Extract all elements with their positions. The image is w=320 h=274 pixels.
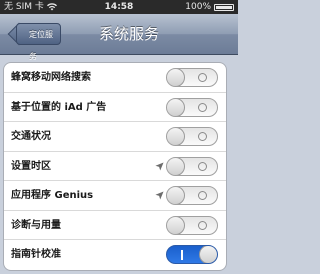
toggle-knob [167,187,185,204]
toggle-off-mark [198,73,207,82]
settings-row: 基于位置的 iAd 广告 [4,93,226,122]
location-arrow-icon [155,161,164,171]
status-bar: 无 SIM 卡 14:58 100% [0,0,238,14]
location-arrow-icon [155,191,164,200]
row-label: 指南针校准 [11,249,61,260]
toggle-off-mark [198,132,207,141]
row-label: 蜂窝移动网络搜索 [11,72,91,83]
row-label: 交通状况 [11,131,51,142]
settings-row: 蜂窝移动网络搜索 [4,63,226,93]
toggle-off-mark [198,191,207,200]
row-label: 设置时区 [11,160,51,172]
settings-row: 应用程序 Genius [4,181,226,211]
nav-bar: 定位服务 系统服务 [0,14,238,61]
battery-icon [214,3,234,11]
settings-row: 交通状况 [4,122,226,152]
toggle-knob [167,69,185,86]
battery-percent: 100% [185,2,211,12]
toggle-switch[interactable] [166,186,218,205]
settings-row: 诊断与用量 [4,211,226,240]
toggle-knob [167,98,185,116]
back-button-wrap: 定位服务 [11,14,61,61]
toggle-knob [167,157,185,175]
settings-row: 指南针校准 [4,240,226,270]
row-label: 诊断与用量 [11,219,61,231]
toggle-on-mark [181,250,183,260]
page-title: 系统服务 [98,25,159,43]
toggle-off-mark [198,220,207,230]
toggle-off-mark [198,102,207,112]
back-button[interactable]: 定位服务 [16,23,61,61]
toggle-off-mark [198,161,207,171]
settings-list: 蜂窝移动网络搜索基于位置的 iAd 广告 交通状况设置时区应用程序 Genius 诊… [3,62,227,271]
toggle-switch[interactable] [166,68,218,87]
toggle-knob [167,128,185,145]
toggle-switch[interactable] [166,156,218,176]
toggle-switch[interactable] [166,97,218,117]
toggle-switch[interactable] [166,127,218,146]
toggle-knob [167,216,185,234]
toggle-switch[interactable] [166,215,218,235]
row-label: 基于位置的 iAd 广告 [11,101,107,113]
toggle-knob [199,246,217,263]
toggle-switch[interactable] [166,245,218,264]
status-right: 100% [185,0,234,14]
settings-row: 设置时区 [4,152,226,181]
row-label: 应用程序 Genius [11,190,94,201]
